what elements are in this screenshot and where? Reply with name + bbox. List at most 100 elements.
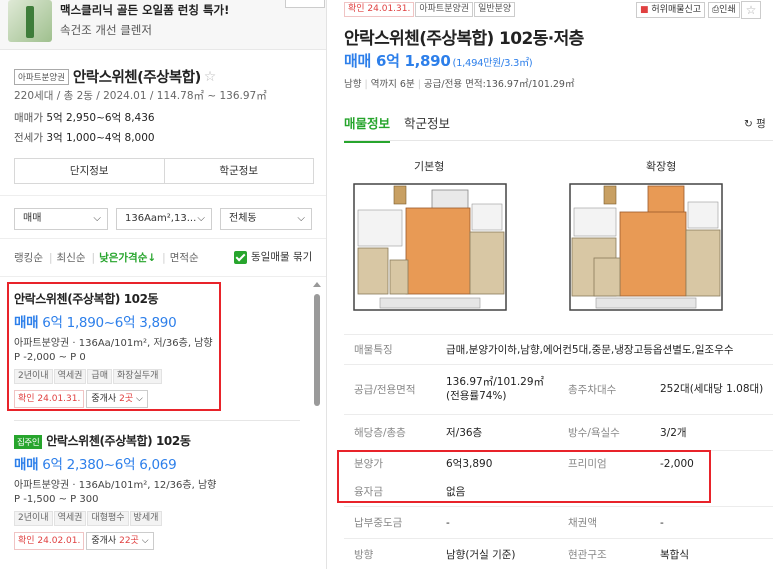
sale-price-value: 5억 2,950~6억 8,436 bbox=[46, 112, 155, 124]
jeonse-price-line: 전세가 3억 1,000~4억 8,000 bbox=[14, 130, 155, 145]
unit-toggle[interactable]: ↻ 평 bbox=[744, 116, 766, 131]
row-label: 방향 bbox=[354, 548, 374, 561]
row-value: - bbox=[446, 516, 450, 529]
detail-title: 안락스위첸(주상복합) 102동·저층 bbox=[344, 29, 584, 49]
area-value: 136Aam²,13... bbox=[125, 213, 197, 224]
table-row: 공급/전용면적 136.97㎡/101.29㎡ (전용률74%) 총주차대수 2… bbox=[344, 364, 773, 414]
report-button[interactable]: ■ 허위매물신고 bbox=[636, 2, 706, 18]
refresh-icon: ↻ bbox=[744, 118, 753, 130]
filter-bar: 매매 ⌵ 136Aam²,13... ⌵ 전체동 ⌵ bbox=[0, 195, 326, 239]
plan-ext-label: 확장형 bbox=[646, 160, 677, 173]
list-divider bbox=[14, 420, 300, 421]
tab-school-info[interactable]: 학군정보 bbox=[404, 116, 450, 131]
print-label: 인쇄 bbox=[719, 5, 736, 15]
row-value: 급매,분양가이하,남향,에어컨5대,중문,냉장고등옵션별도,일조우수 bbox=[446, 344, 734, 356]
type-tag: 아파트분양권 bbox=[415, 2, 474, 17]
detail-price-per: (1,494만원/3.3㎡) bbox=[452, 58, 533, 69]
detail-deal-type: 매매 bbox=[344, 52, 372, 70]
sale-type-tag: 일반분양 bbox=[474, 2, 516, 17]
detail-tags: 확인 24.01.31. 아파트분양권 일반분양 bbox=[344, 2, 516, 17]
sort-latest[interactable]: 최신순 bbox=[57, 252, 86, 264]
tab-listing-info[interactable]: 매물정보 bbox=[344, 116, 390, 131]
dong-value: 전체동 bbox=[229, 213, 257, 224]
meta-direction: 남향 bbox=[344, 79, 362, 90]
table-row: 해당층/총층 저/36층 방수/욕실수 3/2개 bbox=[344, 414, 773, 450]
area-select[interactable]: 136Aam²,13... ⌵ bbox=[116, 208, 212, 230]
sort-area[interactable]: 면적순 bbox=[170, 252, 199, 264]
ad-thumbnail bbox=[8, 0, 52, 42]
row-label: 현관구조 bbox=[568, 548, 607, 561]
sale-price-line: 매매가 5억 2,950~6억 8,436 bbox=[14, 110, 155, 125]
agent-prefix: 중개사 bbox=[91, 536, 117, 546]
highlight-box bbox=[7, 282, 221, 411]
floor-plan-extended[interactable] bbox=[566, 180, 726, 314]
owner-badge: 집주인 bbox=[14, 434, 43, 449]
row-label: 공급/전용면적 bbox=[354, 384, 416, 396]
detail-price: 매매 6억 1,890 (1,494만원/3.3㎡) bbox=[344, 50, 533, 71]
plan-basic-label: 기본형 bbox=[414, 160, 445, 173]
listing-panel: 맥스클리닉 골든 오일폼 런칭 특가! 속건조 개선 클렌저 아파트분양권 안락스… bbox=[0, 0, 327, 569]
detail-tabs: 매물정보 학군정보 bbox=[344, 113, 464, 132]
list-scrollbar[interactable] bbox=[314, 294, 320, 406]
favorite-star-icon[interactable]: ☆ bbox=[204, 69, 217, 85]
sort-low-price[interactable]: 낮은가격순↓ bbox=[99, 252, 156, 264]
feature-chip: 2년이내 bbox=[14, 511, 53, 526]
favorite-star-icon[interactable]: ☆ bbox=[741, 1, 761, 19]
school-info-button[interactable]: 학군정보 bbox=[163, 159, 314, 183]
same-listing-toggle[interactable]: 동일매물 묶기 bbox=[234, 249, 312, 264]
row-value: 252대(세대당 1.08대) bbox=[660, 382, 764, 395]
table-row: 방향 남향(거실 기준) 현관구조 복합식 bbox=[344, 538, 773, 569]
row-label: 채권액 bbox=[568, 517, 597, 529]
tabs-divider bbox=[344, 140, 773, 141]
same-listing-label: 동일매물 묶기 bbox=[251, 251, 313, 263]
row-label: 방수/욕실수 bbox=[568, 427, 620, 439]
complex-header: 아파트분양권 안락스위첸(주상복합) ☆ bbox=[14, 66, 316, 87]
chevron-down-icon: ⌵ bbox=[93, 213, 101, 224]
table-row: 납부중도금 - 채권액 - bbox=[344, 506, 773, 538]
meta-station: 역까지 6분 bbox=[370, 79, 415, 90]
complex-name: 안락스위첸(주상복합) bbox=[72, 70, 201, 86]
row-label: 총주차대수 bbox=[568, 384, 617, 396]
row-value: 남향(거실 기준) bbox=[446, 548, 516, 561]
listing-title-line: 집주인 안락스위첸(주상복합) 102동 bbox=[14, 432, 304, 449]
checkbox-checked-icon[interactable] bbox=[234, 250, 247, 264]
listing-title: 안락스위첸(주상복합) 102동 bbox=[46, 434, 191, 448]
row-value: 복합식 bbox=[660, 548, 689, 561]
ad-subtitle: 속건조 개선 클렌저 bbox=[60, 23, 152, 37]
listing-premium: P -1,500 ~ P 300 bbox=[14, 494, 99, 505]
ad-close-tab[interactable] bbox=[285, 0, 325, 8]
complex-info-button[interactable]: 단지정보 bbox=[15, 159, 164, 183]
row-label: 매물특징 bbox=[354, 344, 393, 356]
table-row: 매물특징 급매,분양가이하,남향,에어컨5대,중문,냉장고등옵션별도,일조우수 bbox=[344, 334, 773, 364]
row-label: 해당층/총층 bbox=[354, 427, 406, 439]
listing-features: 2년이내 역세권 대형평수 방세개 bbox=[14, 509, 304, 526]
agent-count: 22곳 bbox=[119, 536, 139, 546]
listing-description: 아파트분양권 · 136Ab/101m², 12/36층, 남향 bbox=[14, 480, 217, 491]
jeonse-price-label: 전세가 bbox=[14, 132, 43, 144]
listing-item[interactable]: 집주인 안락스위첸(주상복합) 102동 매매 6억 2,380~6억 6,069… bbox=[14, 432, 304, 550]
deal-type-value: 매매 bbox=[23, 213, 42, 224]
agent-count-button[interactable]: 중개사 22곳 ⌵ bbox=[86, 532, 154, 550]
floor-plan-basic[interactable] bbox=[350, 180, 510, 314]
row-value: 136.97㎡/101.29㎡ (전용률74%) bbox=[446, 375, 545, 402]
print-button[interactable]: ⎙인쇄 bbox=[707, 2, 740, 18]
ad-banner[interactable]: 맥스클리닉 골든 오일폼 런칭 특가! 속건조 개선 클렌저 bbox=[0, 0, 326, 50]
feature-chip: 대형평수 bbox=[87, 511, 129, 526]
confirm-date-badge: 확인 24.02.01. bbox=[14, 532, 85, 550]
list-divider bbox=[0, 276, 326, 277]
dong-select[interactable]: 전체동 ⌵ bbox=[220, 208, 312, 230]
row-label: 납부중도금 bbox=[354, 517, 403, 529]
row-value: 3/2개 bbox=[660, 427, 687, 439]
listing-price-value: 6억 2,380~6억 6,069 bbox=[42, 457, 177, 473]
meta-area: 공급/전용 면적:136.97㎡/101.29㎡ bbox=[423, 79, 575, 90]
scroll-up-arrow[interactable] bbox=[313, 282, 321, 287]
sale-price-label: 매매가 bbox=[14, 112, 43, 124]
listing-deal-type: 매매 bbox=[14, 457, 39, 473]
sort-ranking[interactable]: 랭킹순 bbox=[14, 252, 43, 264]
deal-type-select[interactable]: 매매 ⌵ bbox=[14, 208, 108, 230]
row-value: 저/36층 bbox=[446, 427, 483, 439]
report-icon: ■ bbox=[640, 5, 649, 15]
highlight-box bbox=[337, 450, 711, 503]
report-label: 허위매물신고 bbox=[651, 5, 702, 15]
listing-price: 매매 6억 2,380~6억 6,069 bbox=[14, 453, 304, 473]
